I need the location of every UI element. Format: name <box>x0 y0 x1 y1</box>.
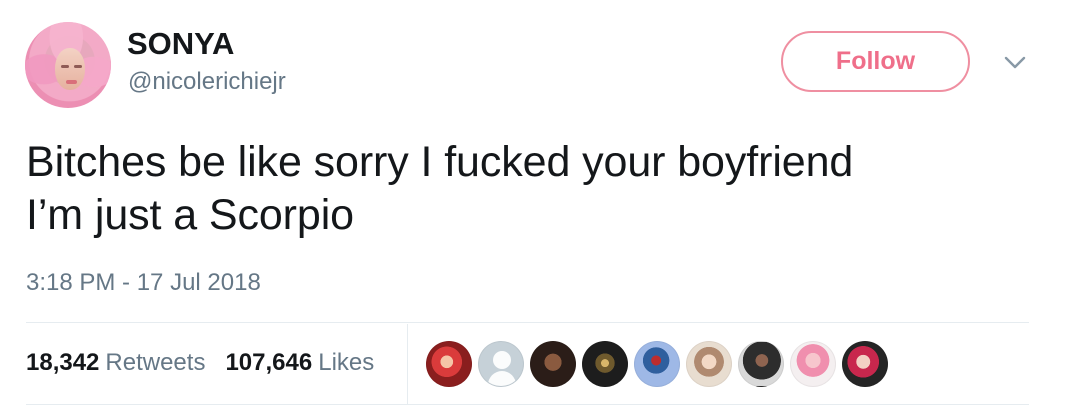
retweets-count: 18,342 <box>26 349 100 376</box>
liker-avatar[interactable] <box>686 341 732 387</box>
divider-bottom <box>26 404 1029 405</box>
liker-avatar[interactable] <box>738 341 784 387</box>
divider-top <box>26 322 1029 323</box>
stats-vertical-divider <box>407 324 408 404</box>
author-display-name[interactable]: SONYA <box>127 25 234 63</box>
tweet-text-line: Bitches be like sorry I fucked your boyf… <box>26 138 854 186</box>
author-username[interactable]: @nicolerichiejr <box>128 67 286 97</box>
retweets-stat[interactable]: 18,342 Retweets <box>26 348 205 378</box>
likes-label: Likes <box>318 349 375 376</box>
retweets-label: Retweets <box>105 349 206 376</box>
tweet-card: SONYA @nicolerichiejr Follow Bitches be … <box>0 0 1076 414</box>
chevron-down-icon[interactable] <box>1002 52 1028 72</box>
follow-button[interactable]: Follow <box>781 31 970 92</box>
likes-stat[interactable]: 107,646 Likes <box>225 348 374 378</box>
liker-avatar[interactable] <box>530 341 576 387</box>
avatar-eye <box>74 65 82 68</box>
liker-avatar[interactable] <box>634 341 680 387</box>
tweet-timestamp[interactable]: 3:18 PM - 17 Jul 2018 <box>26 268 261 298</box>
avatar-eye <box>61 65 69 68</box>
liker-avatar[interactable] <box>842 341 888 387</box>
likers-avatars <box>426 340 894 388</box>
default-avatar[interactable] <box>478 341 524 387</box>
tweet-text-line: I’m just a Scorpio <box>26 191 354 239</box>
tweet-text: Bitches be like sorry I fucked your boyf… <box>26 136 1036 242</box>
liker-avatar[interactable] <box>582 341 628 387</box>
profile-avatar[interactable] <box>25 22 111 108</box>
likes-count: 107,646 <box>225 349 313 376</box>
liker-avatar[interactable] <box>790 341 836 387</box>
tweet-stats: 18,342 Retweets 107,646 Likes <box>26 346 374 380</box>
avatar-lips <box>66 80 77 84</box>
liker-avatar[interactable] <box>426 341 472 387</box>
